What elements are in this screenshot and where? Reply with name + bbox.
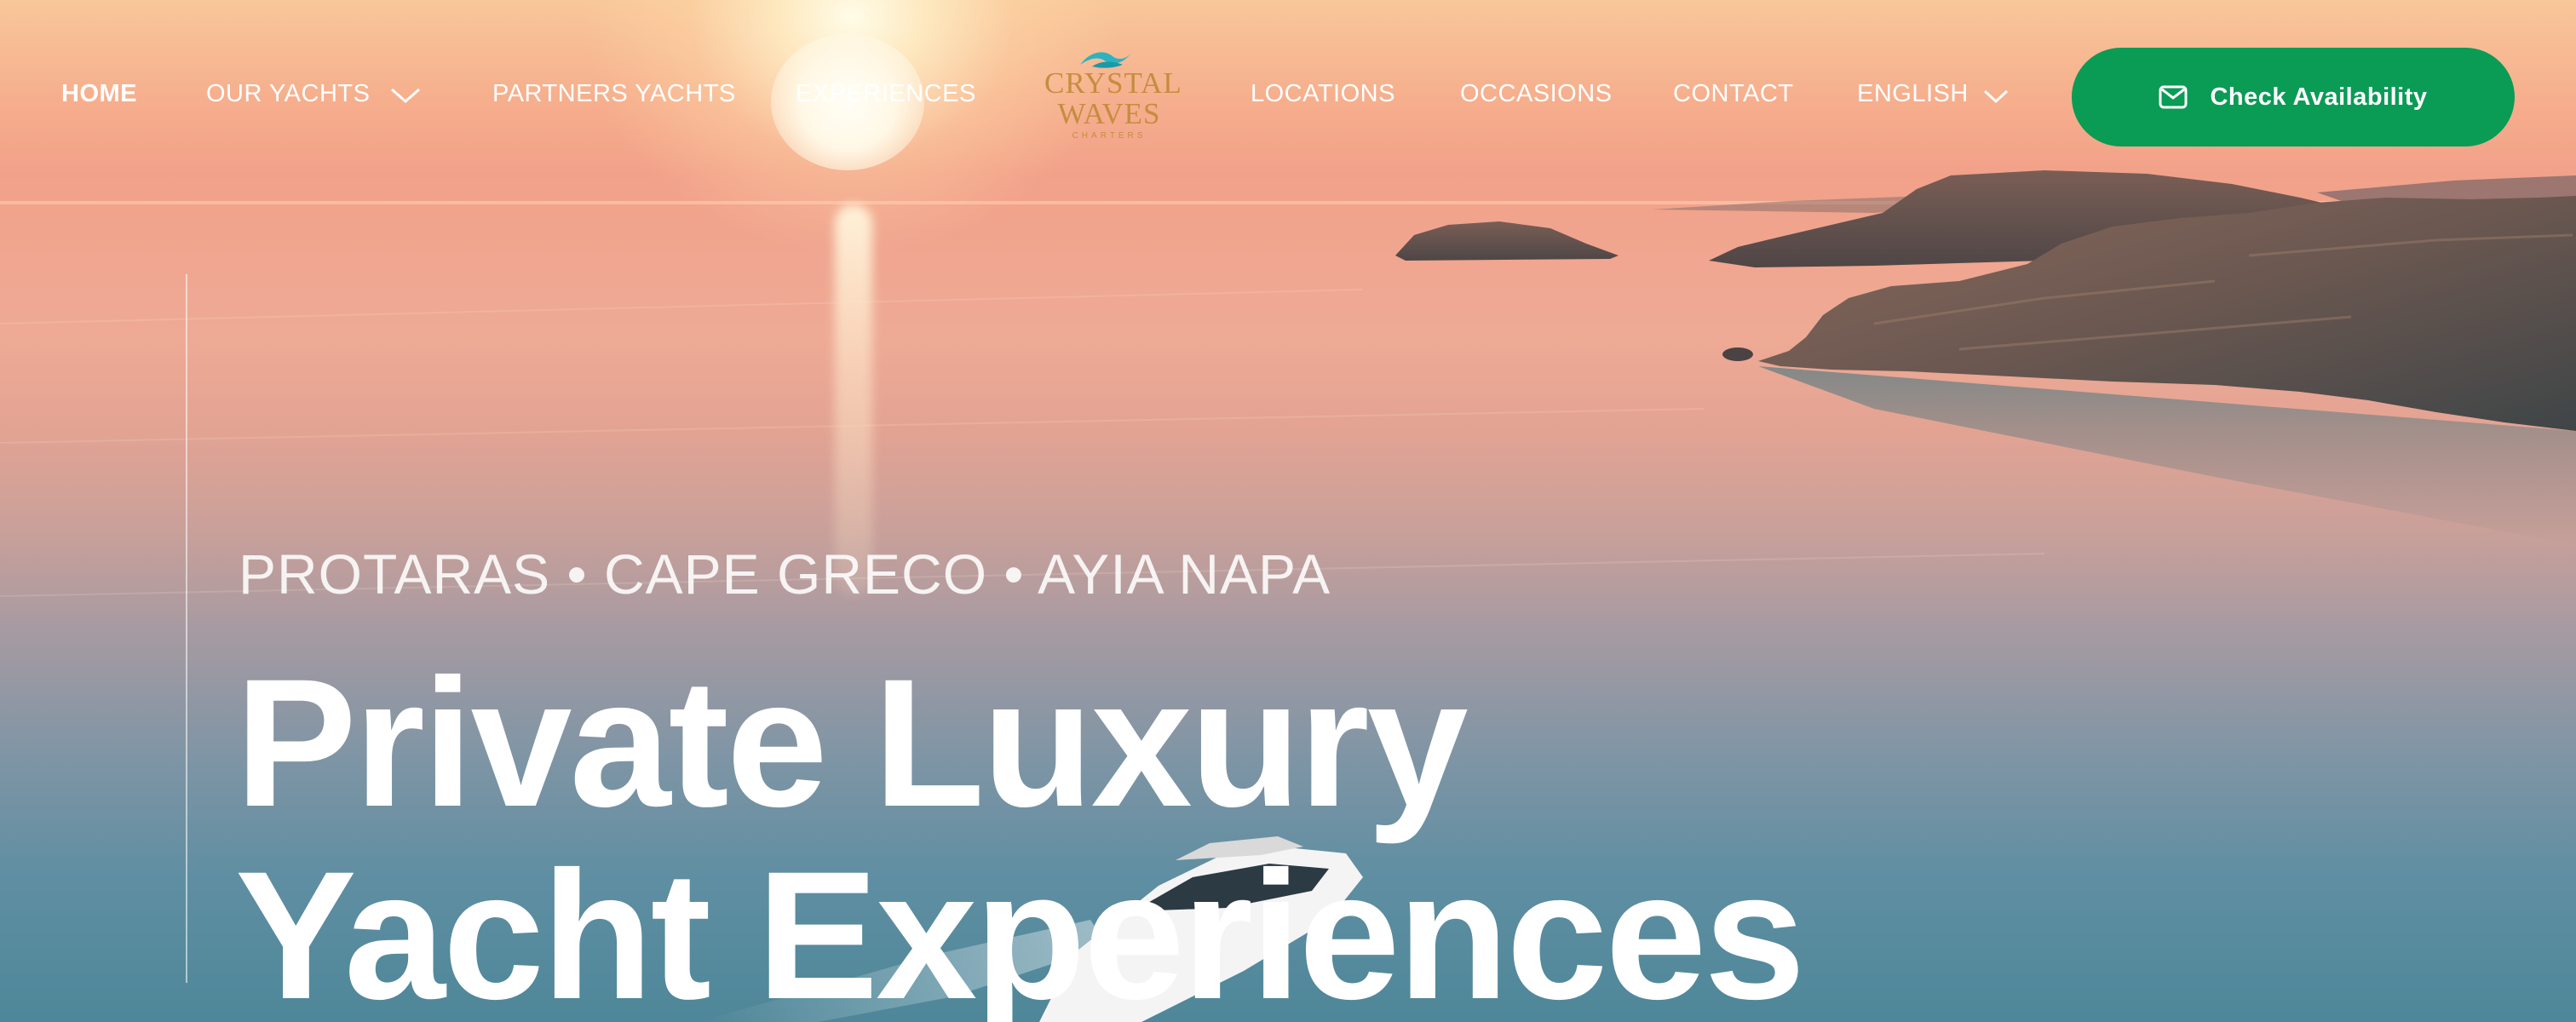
logo-text-charters: CHARTERS bbox=[1072, 131, 1147, 141]
nav-item-occasions[interactable]: OCCASIONS bbox=[1460, 80, 1613, 108]
chevron-down-icon[interactable] bbox=[1981, 85, 2010, 113]
hero-headline: Private Luxury Yacht Experiences bbox=[235, 641, 1805, 1022]
nav-item-our-yachts[interactable]: OUR YACHTS bbox=[206, 80, 370, 108]
nav-item-home[interactable]: HOME bbox=[61, 80, 137, 108]
hero-headline-line-1: Private Luxury bbox=[235, 641, 1469, 845]
language-selector[interactable]: ENGLISH bbox=[1857, 80, 1969, 108]
hero-locations: PROTARAS • CAPE GRECO • AYIA NAPA bbox=[239, 543, 1331, 606]
chevron-down-icon[interactable] bbox=[388, 85, 423, 113]
check-availability-button[interactable]: Check Availability bbox=[2072, 48, 2515, 146]
logo-text-crystal: CRYSTAL bbox=[1044, 66, 1182, 100]
hero-headline-line-2: Yacht Experiences bbox=[235, 834, 1805, 1022]
nav-item-partners-yachts[interactable]: PARTNERS YACHTS bbox=[492, 80, 736, 108]
nav-item-locations[interactable]: LOCATIONS bbox=[1251, 80, 1395, 108]
logo-text-waves: WAVES bbox=[1057, 97, 1161, 130]
mail-icon bbox=[2159, 85, 2188, 109]
decorative-vertical-line bbox=[186, 274, 187, 983]
brand-logo[interactable]: CRYSTAL WAVES CHARTERS bbox=[1044, 44, 1182, 150]
site-header: HOME OUR YACHTS PARTNERS YACHTS EXPERIEN… bbox=[0, 0, 2576, 191]
nav-item-experiences[interactable]: EXPERIENCES bbox=[796, 80, 976, 108]
nav-item-contact[interactable]: CONTACT bbox=[1673, 80, 1794, 108]
check-availability-label: Check Availability bbox=[2210, 83, 2428, 111]
